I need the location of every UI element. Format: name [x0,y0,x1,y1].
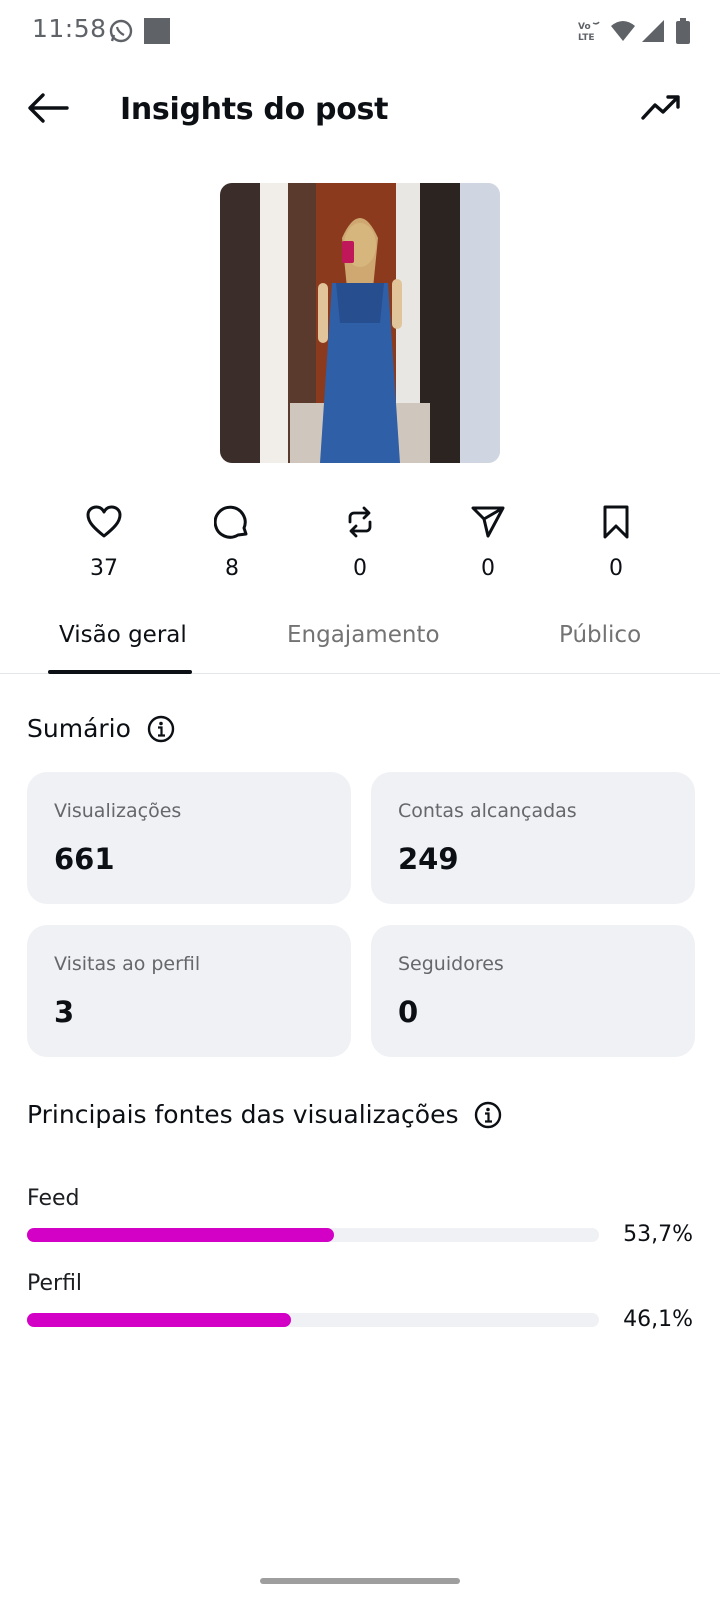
source-label: Feed [27,1186,80,1211]
tab-engagement[interactable]: Engajamento [287,622,440,648]
source-profile: Perfil 46,1% [27,1271,693,1332]
info-icon[interactable] [147,715,175,743]
sources-title: Principais fontes das visualizações [27,1100,459,1129]
svg-text:Vo: Vo [578,22,591,32]
followers-card[interactable]: Seguidores 0 [371,925,695,1057]
saves-count: 0 [609,556,623,581]
active-tab-indicator [48,670,192,674]
share-icon [468,502,508,542]
sources-header: Principais fontes das visualizações [27,1100,502,1129]
info-icon[interactable] [474,1101,502,1129]
source-label: Perfil [27,1271,83,1296]
likes-metric: 37 [64,502,144,581]
comments-count: 8 [225,556,239,581]
insights-tabs: Visão geral Engajamento Público [0,608,720,674]
card-label: Seguidores [398,953,504,975]
card-value: 0 [398,995,419,1029]
signal-icon [642,20,664,47]
shares-count: 0 [481,556,495,581]
tab-overview[interactable]: Visão geral [59,622,187,648]
shares-metric: 0 [448,502,528,581]
saves-metric: 0 [576,502,656,581]
card-label: Contas alcançadas [398,800,577,822]
back-button[interactable] [22,84,74,136]
square-notification-icon [144,18,170,44]
source-bar-track [27,1228,599,1242]
card-value: 3 [54,995,75,1029]
volte-icon: Vo LTE [578,20,602,43]
likes-count: 37 [90,556,118,581]
card-label: Visualizações [54,800,182,822]
trends-button[interactable] [638,86,684,132]
status-bar: 11:58 Vo LTE [0,0,720,62]
tab-audience[interactable]: Público [559,622,641,648]
repost-icon [340,502,380,542]
status-time: 11:58 [32,14,107,43]
reposts-count: 0 [353,556,367,581]
comments-metric: 8 [192,502,272,581]
trending-up-icon [641,93,681,126]
summary-title: Sumário [27,714,131,743]
source-percent: 46,1% [623,1307,693,1332]
heart-icon [84,502,124,542]
home-indicator[interactable] [260,1578,460,1584]
source-percent: 53,7% [623,1222,693,1247]
card-value: 661 [54,842,115,876]
source-bar-fill [27,1313,291,1327]
battery-icon [676,18,690,49]
views-card[interactable]: Visualizações 661 [27,772,351,904]
arrow-left-icon [27,92,69,129]
bookmark-icon [596,502,636,542]
card-label: Visitas ao perfil [54,953,201,975]
source-feed: Feed 53,7% [27,1186,693,1247]
comment-icon [212,502,252,542]
page-title: Insights do post [120,92,389,127]
card-value: 249 [398,842,459,876]
reposts-metric: 0 [320,502,400,581]
wifi-icon [610,20,636,47]
source-bar-track [27,1313,599,1327]
accounts-reached-card[interactable]: Contas alcançadas 249 [371,772,695,904]
post-thumbnail[interactable] [220,183,500,463]
summary-header: Sumário [27,714,175,743]
profile-visits-card[interactable]: Visitas ao perfil 3 [27,925,351,1057]
header: Insights do post [0,62,720,158]
source-bar-fill [27,1228,335,1242]
whatsapp-icon [108,18,134,49]
svg-text:LTE: LTE [578,33,595,42]
